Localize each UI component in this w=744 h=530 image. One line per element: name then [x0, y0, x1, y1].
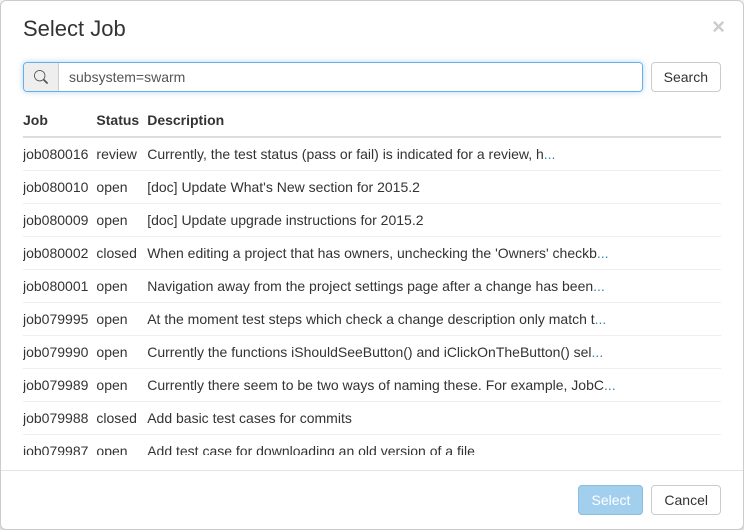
- table-row[interactable]: job079989openCurrently there seem to be …: [23, 369, 721, 402]
- cell-job: job079989: [23, 369, 96, 402]
- truncate-ellipsis[interactable]: ...: [544, 146, 556, 162]
- col-header-job: Job: [23, 104, 96, 137]
- truncate-ellipsis[interactable]: ...: [597, 245, 609, 261]
- cell-status: open: [96, 270, 147, 303]
- cell-description: [doc] Update What's New section for 2015…: [147, 171, 721, 204]
- search-row: Search: [23, 62, 721, 92]
- table-row[interactable]: job079995openAt the moment test steps wh…: [23, 303, 721, 336]
- modal-body: Search Job Status Description job080016r…: [1, 54, 743, 470]
- col-header-status: Status: [96, 104, 147, 137]
- modal-header: Select Job ×: [1, 1, 743, 54]
- select-button[interactable]: Select: [578, 485, 643, 515]
- cell-status: open: [96, 369, 147, 402]
- cell-description: [doc] Update upgrade instructions for 20…: [147, 204, 721, 237]
- search-input-group: [23, 62, 643, 92]
- col-header-description: Description: [147, 104, 721, 137]
- truncate-ellipsis[interactable]: ...: [595, 311, 607, 327]
- cell-status: open: [96, 171, 147, 204]
- close-button[interactable]: ×: [712, 16, 725, 38]
- cell-status: open: [96, 204, 147, 237]
- cell-job: job079988: [23, 402, 96, 435]
- truncate-ellipsis[interactable]: ...: [592, 344, 604, 360]
- cancel-button[interactable]: Cancel: [651, 485, 721, 515]
- table-row[interactable]: job079987openAdd test case for downloadi…: [23, 435, 721, 456]
- truncate-ellipsis[interactable]: ...: [593, 278, 605, 294]
- cell-status: closed: [96, 237, 147, 270]
- search-icon: [24, 63, 59, 91]
- search-input[interactable]: [59, 63, 642, 91]
- cell-job: job079990: [23, 336, 96, 369]
- cell-status: open: [96, 435, 147, 456]
- table-row[interactable]: job080002closedWhen editing a project th…: [23, 237, 721, 270]
- modal-footer: Select Cancel: [1, 470, 743, 529]
- select-job-modal: Select Job × Search Job Status Descripti…: [0, 0, 744, 530]
- table-header-row: Job Status Description: [23, 104, 721, 137]
- cell-description: Navigation away from the project setting…: [147, 270, 721, 303]
- cell-description: Currently, the test status (pass or fail…: [147, 137, 721, 171]
- table-row[interactable]: job080010open[doc] Update What's New sec…: [23, 171, 721, 204]
- cell-status: open: [96, 303, 147, 336]
- table-row[interactable]: job080001openNavigation away from the pr…: [23, 270, 721, 303]
- cell-job: job080001: [23, 270, 96, 303]
- cell-description: Add basic test cases for commits: [147, 402, 721, 435]
- cell-status: closed: [96, 402, 147, 435]
- cell-job: job080016: [23, 137, 96, 171]
- search-button[interactable]: Search: [651, 62, 721, 92]
- results-table: Job Status Description job080016reviewCu…: [23, 104, 721, 455]
- table-row[interactable]: job079988closedAdd basic test cases for …: [23, 402, 721, 435]
- cell-status: review: [96, 137, 147, 171]
- cell-description: Currently there seem to be two ways of n…: [147, 369, 721, 402]
- cell-job: job080002: [23, 237, 96, 270]
- cell-job: job079995: [23, 303, 96, 336]
- truncate-ellipsis[interactable]: ...: [604, 377, 616, 393]
- cell-status: open: [96, 336, 147, 369]
- cell-description: At the moment test steps which check a c…: [147, 303, 721, 336]
- cell-description: Add test case for downloading an old ver…: [147, 435, 721, 456]
- table-row[interactable]: job080016reviewCurrently, the test statu…: [23, 137, 721, 171]
- cell-description: When editing a project that has owners, …: [147, 237, 721, 270]
- cell-job: job079987: [23, 435, 96, 456]
- results-table-wrap[interactable]: Job Status Description job080016reviewCu…: [23, 104, 721, 455]
- table-row[interactable]: job080009open[doc] Update upgrade instru…: [23, 204, 721, 237]
- cell-description: Currently the functions iShouldSeeButton…: [147, 336, 721, 369]
- modal-title: Select Job: [23, 16, 126, 42]
- cell-job: job080009: [23, 204, 96, 237]
- cell-job: job080010: [23, 171, 96, 204]
- table-row[interactable]: job079990openCurrently the functions iSh…: [23, 336, 721, 369]
